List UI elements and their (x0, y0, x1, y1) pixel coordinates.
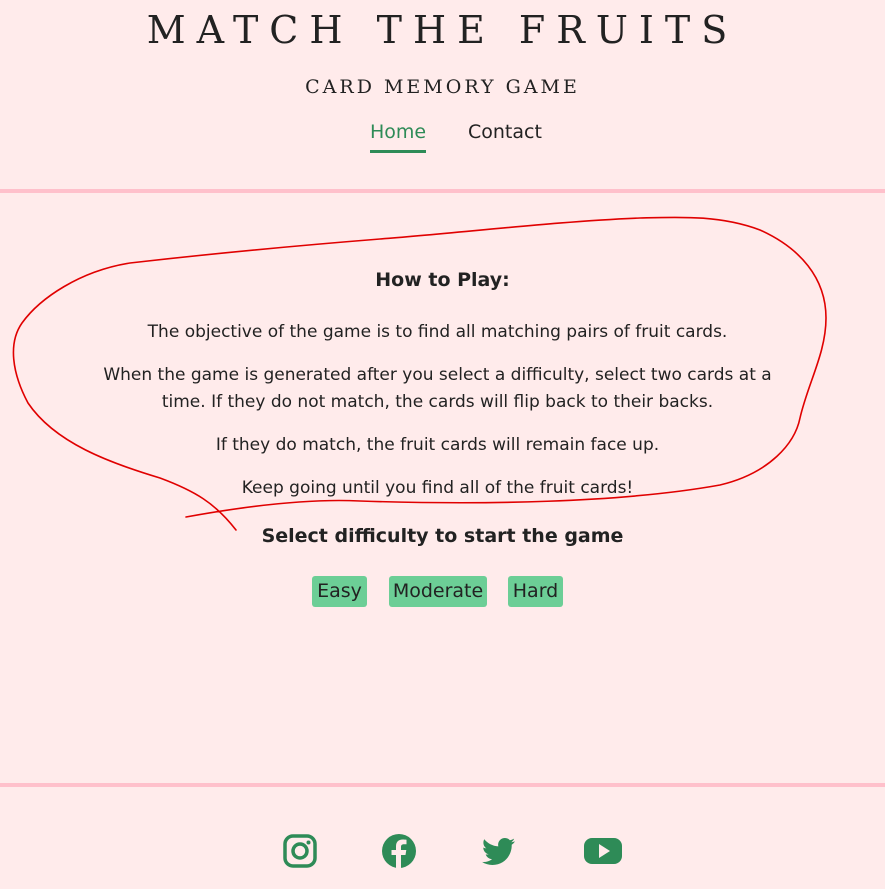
easy-button[interactable]: Easy (312, 576, 367, 607)
select-difficulty-heading: Select difficulty to start the game (261, 525, 624, 547)
instructions-paragraph: When the game is generated after you sel… (103, 365, 772, 412)
instagram-icon[interactable] (282, 833, 318, 869)
page: MATCH THE FRUITS CARD MEMORY GAME Home C… (0, 0, 885, 889)
main-nav: Home Contact (0, 121, 885, 157)
site-subtitle: CARD MEMORY GAME (305, 76, 580, 98)
site-title: MATCH THE FRUITS (146, 8, 739, 52)
main-content: How to Play: The objective of the game i… (0, 193, 885, 783)
youtube-icon[interactable] (583, 833, 623, 869)
instructions-paragraph: The objective of the game is to find all… (147, 322, 728, 342)
instructions-paragraph: If they do match, the fruit cards will r… (215, 435, 660, 455)
twitter-icon[interactable] (481, 833, 517, 869)
instructions-paragraph: Keep going until you find all of the fru… (241, 478, 634, 498)
site-footer (0, 787, 885, 889)
nav-link-home[interactable]: Home (370, 121, 427, 153)
hard-button[interactable]: Hard (508, 576, 563, 607)
moderate-button[interactable]: Moderate (389, 576, 487, 607)
how-to-play-heading: How to Play: (375, 269, 510, 291)
site-header: MATCH THE FRUITS CARD MEMORY GAME Home C… (0, 0, 885, 190)
nav-link-contact[interactable]: Contact (468, 121, 542, 150)
facebook-icon[interactable] (381, 833, 417, 869)
